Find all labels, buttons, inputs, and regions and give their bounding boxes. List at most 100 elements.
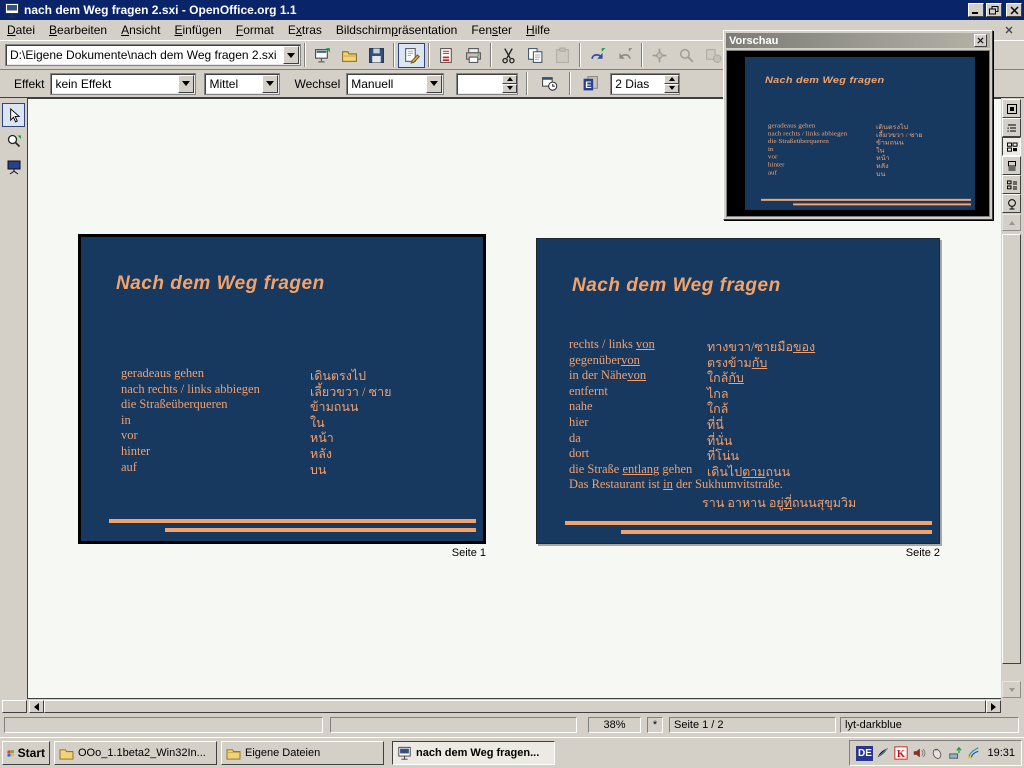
rehearse-timings-button[interactable] [536, 71, 563, 96]
select-tool-button[interactable] [2, 103, 25, 127]
slides-per-row-field[interactable]: 2 Dias [610, 73, 680, 95]
transition-combobox[interactable]: Manuell [346, 73, 444, 95]
vscroll-up-icon[interactable] [1002, 214, 1021, 231]
german-term: vor [121, 428, 138, 443]
url-value[interactable]: D:\Eigene Dokumente\nach dem Weg fragen … [6, 48, 282, 62]
task-impress-document[interactable]: nach dem Weg fragen... [392, 741, 555, 765]
hscroll-thumb[interactable] [44, 700, 986, 713]
vscroll-thumb[interactable] [1002, 234, 1021, 664]
effect-value: kein Effekt [51, 77, 177, 91]
scroll-split-handle[interactable] [2, 700, 27, 713]
undo-button[interactable] [584, 43, 611, 68]
zoom-tool-rail-button[interactable] [2, 129, 25, 153]
volume-icon[interactable] [911, 745, 927, 761]
redo-button[interactable] [611, 43, 638, 68]
edit-mode-button[interactable] [398, 43, 425, 68]
window-titlebar[interactable]: nach dem Weg fragen 2.sxi - OpenOffice.o… [0, 0, 1024, 20]
transition-dropdown-icon[interactable] [426, 75, 442, 93]
antivirus-icon[interactable]: K [893, 745, 909, 761]
copy-button[interactable] [522, 43, 549, 68]
keyboard-layout-badge[interactable]: DE [856, 746, 873, 761]
document-close-icon[interactable] [1002, 23, 1016, 37]
slide-1-surface[interactable]: Nach dem Weg fragengeradeaus gehenเดินตร… [81, 237, 483, 541]
preview-slide-surface: Nach dem Weg fragengeradeaus gehenเดินตร… [745, 57, 975, 210]
speed-combobox[interactable]: Mittel [204, 73, 280, 95]
print-button[interactable] [460, 43, 487, 68]
restore-button[interactable] [986, 3, 1002, 17]
menu-hilfe[interactable]: Hilfe [519, 20, 557, 40]
vocab-row: vorหน้า [768, 153, 975, 161]
german-term: hinter [768, 161, 785, 169]
export-pdf-button[interactable] [433, 43, 460, 68]
german-term: die Straßeüberqueren [121, 397, 228, 412]
menu-fenster[interactable]: Fenster [464, 20, 519, 40]
zoom-tool-button[interactable] [673, 43, 700, 68]
outline-view-button[interactable] [1002, 118, 1021, 137]
pen-tablet-icon[interactable] [875, 745, 891, 761]
time-down-icon[interactable] [502, 84, 517, 93]
drawing-view-button[interactable] [1002, 99, 1021, 118]
menu-bildschirmpraesentation[interactable]: Bildschirmpräsentation [329, 20, 464, 40]
tray-clock[interactable]: 19:31 [983, 747, 1015, 759]
slide-1[interactable]: Nach dem Weg fragengeradeaus gehenเดินตร… [78, 234, 486, 544]
vocab-row: die Straßeüberquerenข้ามถนน [121, 397, 483, 413]
notes-view-button[interactable] [1002, 156, 1021, 175]
slide-view-button[interactable] [1002, 137, 1021, 156]
handout-view-button[interactable] [1002, 175, 1021, 194]
close-button[interactable] [1006, 3, 1022, 17]
new-presentation-button[interactable] [309, 43, 336, 68]
paste-button[interactable] [549, 43, 576, 68]
sentence-german: Das Restaurant ist in der Sukhumvitstraß… [569, 477, 939, 493]
mouse-settings-icon[interactable] [929, 745, 945, 761]
menu-extras[interactable]: Extras [281, 20, 329, 40]
open-button[interactable] [336, 43, 363, 68]
vocab-row: nach rechts / links abbiegenเลี้ยวขวา / … [121, 382, 483, 398]
url-dropdown-icon[interactable] [283, 46, 299, 64]
start-label: Start [18, 746, 45, 760]
transition-time-field[interactable] [456, 73, 518, 95]
url-combobox[interactable]: D:\Eigene Dokumente\nach dem Weg fragen … [5, 44, 301, 66]
desktop: nach dem Weg fragen 2.sxi - OpenOffice.o… [0, 0, 1024, 768]
hscroll-left-icon[interactable] [29, 700, 44, 713]
wechsel-label: Wechsel [280, 77, 346, 91]
start-button[interactable]: Start [2, 741, 50, 765]
menu-bearbeiten[interactable]: Bearbeiten [42, 20, 114, 40]
network-bird-icon[interactable] [965, 745, 981, 761]
dias-down-icon[interactable] [664, 84, 679, 93]
window-title: nach dem Weg fragen 2.sxi - OpenOffice.o… [24, 3, 297, 17]
preview-titlebar[interactable]: Vorschau [726, 33, 990, 48]
slide-2[interactable]: Nach dem Weg fragenrechts / links vonทาง… [536, 238, 940, 544]
minimize-button[interactable] [968, 3, 984, 17]
save-button[interactable] [363, 43, 390, 68]
task-eigene-dateien[interactable]: Eigene Dateien [221, 741, 384, 765]
preview-window[interactable]: Vorschau Nach dem Weg fragengeradeaus ge… [723, 30, 993, 220]
status-zoom[interactable]: 38% [588, 717, 641, 733]
time-up-icon[interactable] [502, 75, 517, 84]
menu-datei[interactable]: Datei [0, 20, 42, 40]
dias-up-icon[interactable] [664, 75, 679, 84]
scrollbar-corner [1001, 699, 1024, 714]
show-effect-button[interactable]: E [577, 71, 604, 96]
menu-einfuegen[interactable]: Einfügen [167, 20, 228, 40]
vscroll-down-icon[interactable] [1002, 681, 1021, 698]
navigator-button[interactable] [646, 43, 673, 68]
menu-ansicht[interactable]: Ansicht [114, 20, 167, 40]
preview-close-icon[interactable] [974, 34, 987, 47]
presentation-tool-button[interactable] [2, 155, 25, 179]
hscroll-right-icon[interactable] [986, 700, 1001, 713]
status-layout-name: lyt-darkblue [840, 717, 1019, 733]
task-ooo-folder[interactable]: OOo_1.1beta2_Win32In... [54, 741, 217, 765]
start-presentation-button[interactable] [1002, 194, 1021, 213]
slide-2-surface[interactable]: Nach dem Weg fragenrechts / links vonทาง… [537, 239, 939, 543]
german-term: gegenübervon [569, 353, 640, 368]
german-term: geradeaus gehen [768, 122, 815, 130]
slide-title: Nach dem Weg fragen [572, 275, 781, 297]
german-term: in der Nähevon [569, 368, 646, 383]
speed-dropdown-icon[interactable] [262, 75, 278, 93]
effect-combobox[interactable]: kein Effekt [50, 73, 196, 95]
german-term: dort [569, 446, 589, 461]
effect-dropdown-icon[interactable] [178, 75, 194, 93]
safely-remove-icon[interactable] [947, 745, 963, 761]
cut-button[interactable] [495, 43, 522, 68]
menu-format[interactable]: Format [229, 20, 281, 40]
